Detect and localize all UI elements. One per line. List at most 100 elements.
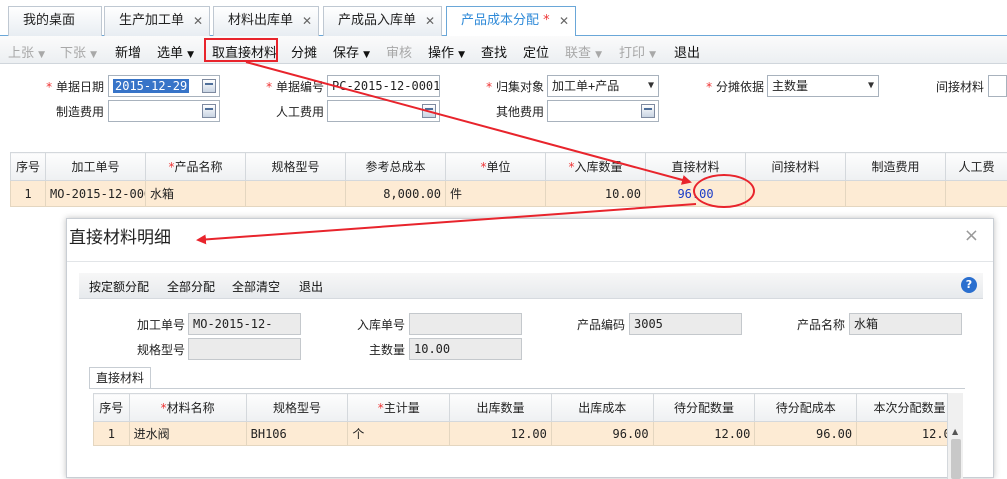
basis-select[interactable]: 主数量▼ <box>767 75 879 97</box>
cell-indirect[interactable] <box>746 181 846 207</box>
tab-cost-allocation[interactable]: 产品成本分配 *✕ <box>446 6 576 37</box>
spec-field <box>188 338 301 360</box>
col-spec[interactable]: 规格型号 <box>246 394 348 422</box>
indirect-material-label: 间接材料 <box>924 78 984 95</box>
divider <box>67 261 993 262</box>
tab-direct-material[interactable]: 直接材料 <box>89 367 151 389</box>
help-icon[interactable]: ? <box>961 277 977 293</box>
calculator-icon[interactable] <box>422 104 436 118</box>
other-cost-input[interactable] <box>547 100 659 122</box>
tab-bar: 我的桌面 生产加工单✕ 材料出库单✕ 产成品入库单✕ 产品成本分配 *✕ <box>0 0 1007 36</box>
cell-mfg[interactable] <box>846 181 946 207</box>
tab-label: 我的桌面 <box>23 13 75 28</box>
col-order[interactable]: 加工单号 <box>46 153 146 181</box>
tab-desktop[interactable]: 我的桌面 <box>8 6 102 36</box>
mfg-cost-label: 制造费用 <box>40 103 104 120</box>
spec-label: 规格型号 <box>119 341 185 358</box>
date-input[interactable]: 2015-12-29 <box>108 75 220 97</box>
linked-query-button[interactable]: 联查 ▼ <box>565 42 602 61</box>
clear-all-button[interactable]: 全部清空 <box>232 278 280 295</box>
table-row[interactable]: 1 进水阀 BH106 个 12.00 96.00 12.00 96.00 12… <box>94 422 963 446</box>
direct-material-dialog: 直接材料明细 × 按定额分配 全部分配 全部清空 退出 ? 加工单号 MO-20… <box>66 218 994 478</box>
col-seq[interactable]: 序号 <box>11 153 46 181</box>
col-seq[interactable]: 序号 <box>94 394 130 422</box>
indirect-material-input[interactable] <box>988 75 1007 97</box>
scroll-thumb[interactable] <box>951 439 961 479</box>
labor-cost-input[interactable] <box>327 100 440 122</box>
col-unit[interactable]: *单位 <box>446 153 546 181</box>
col-labor[interactable]: 人工费 <box>946 153 1007 181</box>
next-button[interactable]: 下张 ▼ <box>60 42 97 61</box>
col-pending-cost[interactable]: 待分配成本 <box>755 394 857 422</box>
cell-out-qty[interactable]: 12.00 <box>450 422 552 446</box>
doc-no-input[interactable]: PC-2015-12-0001 <box>327 75 440 97</box>
col-ref-cost[interactable]: 参考总成本 <box>346 153 446 181</box>
vertical-scrollbar[interactable]: ▲ <box>947 393 963 479</box>
tab-material-out[interactable]: 材料出库单✕ <box>213 6 319 36</box>
close-icon[interactable]: × <box>964 225 979 246</box>
tab-label: 产成品入库单 <box>338 13 416 28</box>
cell-order[interactable]: MO-2015-12-0003 <box>46 181 146 207</box>
cell-spec[interactable] <box>246 181 346 207</box>
prev-button[interactable]: 上张 ▼ <box>8 42 45 61</box>
grid-header: 序号 *材料名称 规格型号 *主计量 出库数量 出库成本 待分配数量 待分配成本… <box>94 394 963 422</box>
save-button[interactable]: 保存 ▼ <box>333 42 370 61</box>
cell-material-name[interactable]: 进水阀 <box>129 422 246 446</box>
allocate-all-button[interactable]: 全部分配 <box>167 278 215 295</box>
other-cost-label: 其他费用 <box>474 103 544 120</box>
col-product[interactable]: *产品名称 <box>146 153 246 181</box>
allocate-by-quota-button[interactable]: 按定额分配 <box>89 278 149 295</box>
cell-seq[interactable]: 1 <box>11 181 46 207</box>
close-icon[interactable]: ✕ <box>302 7 312 35</box>
collect-label: * 归集对象 <box>474 78 544 95</box>
cell-qty[interactable]: 10.00 <box>546 181 646 207</box>
instock-field <box>409 313 522 335</box>
allocate-button[interactable]: 分摊 <box>291 42 317 61</box>
cell-seq[interactable]: 1 <box>94 422 130 446</box>
modified-indicator: * <box>543 13 550 28</box>
cell-spec[interactable]: BH106 <box>246 422 348 446</box>
calculator-icon[interactable] <box>641 104 655 118</box>
cell-ref-cost[interactable]: 8,000.00 <box>346 181 446 207</box>
arrow-up-icon[interactable]: ▲ <box>952 427 958 436</box>
cell-unit[interactable]: 件 <box>446 181 546 207</box>
col-spec[interactable]: 规格型号 <box>246 153 346 181</box>
dialog-exit-button[interactable]: 退出 <box>299 278 323 295</box>
tab-product-in[interactable]: 产成品入库单 ✕ <box>323 6 442 36</box>
cell-labor[interactable] <box>946 181 1007 207</box>
calendar-icon[interactable] <box>202 79 216 93</box>
tab-production-order[interactable]: 生产加工单✕ <box>104 6 210 36</box>
close-icon[interactable]: ✕ <box>559 7 569 35</box>
table-row[interactable]: 1 MO-2015-12-0003 水箱 8,000.00 件 10.00 96… <box>11 181 1007 207</box>
calculator-icon[interactable] <box>202 104 216 118</box>
col-out-qty[interactable]: 出库数量 <box>450 394 552 422</box>
close-icon[interactable]: ✕ <box>193 7 203 35</box>
col-main-unit[interactable]: *主计量 <box>348 394 450 422</box>
select-button[interactable]: 选单 ▼ <box>157 42 194 61</box>
collect-select[interactable]: 加工单+产品▼ <box>547 75 659 97</box>
col-material-name[interactable]: *材料名称 <box>129 394 246 422</box>
product-code-field: 3005 <box>629 313 742 335</box>
col-out-cost[interactable]: 出库成本 <box>551 394 653 422</box>
product-code-label: 产品编码 <box>559 316 625 333</box>
audit-button[interactable]: 审核 <box>386 42 412 61</box>
dialog-toolbar: 按定额分配 全部分配 全部清空 退出 ? <box>79 273 983 299</box>
cell-product[interactable]: 水箱 <box>146 181 246 207</box>
main-qty-field: 10.00 <box>409 338 522 360</box>
col-pending-qty[interactable]: 待分配数量 <box>653 394 755 422</box>
close-icon[interactable]: ✕ <box>425 7 435 35</box>
col-mfg[interactable]: 制造费用 <box>846 153 946 181</box>
exit-button[interactable]: 退出 <box>674 42 700 61</box>
cell-pending-cost[interactable]: 96.00 <box>755 422 857 446</box>
print-button[interactable]: 打印 ▼ <box>619 42 656 61</box>
cell-main-unit[interactable]: 个 <box>348 422 450 446</box>
cell-pending-qty[interactable]: 12.00 <box>653 422 755 446</box>
locate-button[interactable]: 定位 <box>523 42 549 61</box>
col-indirect[interactable]: 间接材料 <box>746 153 846 181</box>
col-qty[interactable]: *入库数量 <box>546 153 646 181</box>
cell-out-cost[interactable]: 96.00 <box>551 422 653 446</box>
find-button[interactable]: 查找 <box>481 42 507 61</box>
operate-button[interactable]: 操作 ▼ <box>428 42 465 61</box>
mfg-cost-input[interactable] <box>108 100 220 122</box>
new-button[interactable]: 新增 <box>115 42 141 61</box>
